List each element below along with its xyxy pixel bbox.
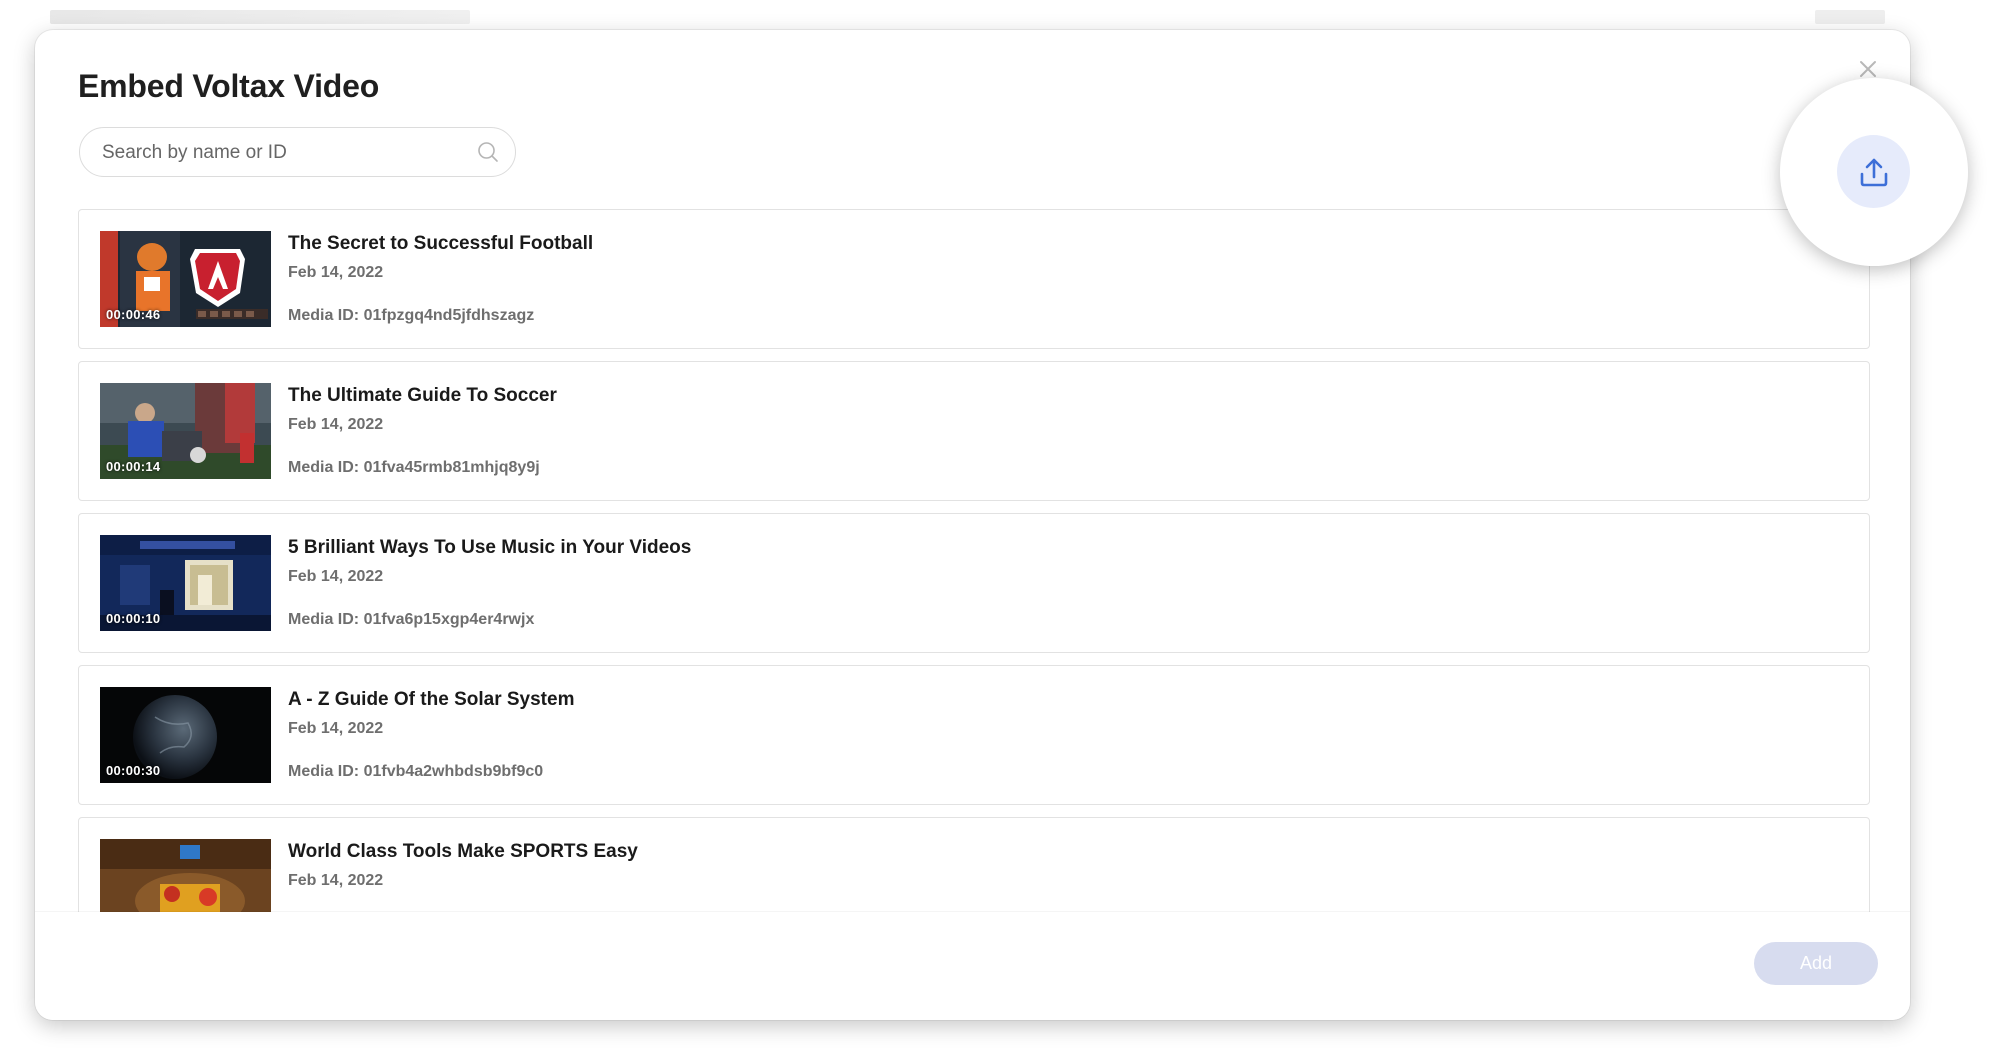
video-card[interactable]: 00:00:30 A - Z Guide Of the Solar System… xyxy=(78,665,1870,805)
video-date: Feb 14, 2022 xyxy=(288,720,384,737)
video-title: The Secret to Successful Football xyxy=(288,233,594,254)
video-media-id: Media ID: 01fvb4a2whbdsb9bf9c0 xyxy=(288,763,544,780)
video-title: A - Z Guide Of the Solar System xyxy=(288,689,575,710)
background-page-heading xyxy=(50,10,470,24)
add-button[interactable]: Add xyxy=(1754,942,1878,985)
video-card[interactable]: 00:00:10 5 Brilliant Ways To Use Music i… xyxy=(78,513,1870,653)
video-list[interactable]: 00:00:46 The Secret to Successful Footba… xyxy=(78,209,1870,941)
background-page-action xyxy=(1815,10,1885,24)
upload-icon xyxy=(1860,158,1887,186)
video-duration: 00:00:46 xyxy=(106,307,161,322)
video-date: Feb 14, 2022 xyxy=(288,264,384,281)
video-thumbnail[interactable]: 00:00:30 xyxy=(100,687,271,783)
video-date: Feb 14, 2022 xyxy=(288,416,384,433)
video-title: 5 Brilliant Ways To Use Music in Your Vi… xyxy=(288,537,692,558)
video-date: Feb 14, 2022 xyxy=(288,872,384,889)
embed-video-dialog: Embed Voltax Video Search by name or ID … xyxy=(35,30,1910,1020)
video-media-id: Media ID: 01fpzgq4nd5jfdhszagz xyxy=(288,307,535,324)
video-title: The Ultimate Guide To Soccer xyxy=(288,385,557,406)
search-field[interactable] xyxy=(79,127,516,177)
video-thumbnail[interactable]: 00:00:14 xyxy=(100,383,271,479)
upload-button[interactable] xyxy=(1837,135,1910,208)
search-icon[interactable] xyxy=(477,141,499,163)
video-date: Feb 14, 2022 xyxy=(288,568,384,585)
video-title: World Class Tools Make SPORTS Easy xyxy=(288,841,638,862)
close-icon xyxy=(1860,61,1876,77)
search-input[interactable] xyxy=(100,128,464,177)
upload-highlight xyxy=(1780,78,1968,266)
video-media-id: Media ID: 01fva6p15xgp4er4rwjx xyxy=(288,611,535,628)
video-card[interactable]: 00:00:46 The Secret to Successful Footba… xyxy=(78,209,1870,349)
video-card[interactable]: 00:00:14 The Ultimate Guide To Soccer Fe… xyxy=(78,361,1870,501)
video-media-id: Media ID: 01fva45rmb81mhjq8y9j xyxy=(288,459,540,476)
video-thumbnail[interactable]: 00:00:10 xyxy=(100,535,271,631)
dialog-title: Embed Voltax Video xyxy=(78,68,380,104)
video-duration: 00:00:30 xyxy=(106,763,161,778)
video-thumbnail[interactable]: 00:00:46 xyxy=(100,231,271,327)
video-duration: 00:00:10 xyxy=(106,611,161,626)
video-duration: 00:00:14 xyxy=(106,459,161,474)
dialog-footer: Add xyxy=(35,912,1910,1020)
